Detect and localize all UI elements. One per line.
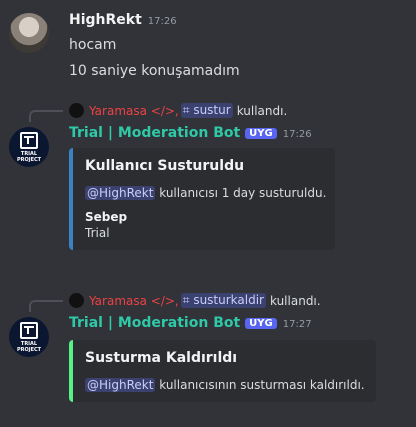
context-suffix: kullandı. (270, 293, 321, 308)
bot-name-row: Trial | Moderation Bot UYG 17:27 (69, 315, 312, 331)
reply-connector (29, 110, 63, 122)
context-user[interactable]: Yaramasa </>, (89, 104, 179, 118)
user-avatar[interactable] (9, 13, 49, 53)
embed-description: @HighRekt kullanıcısının susturması kald… (85, 378, 365, 392)
embed-card: Susturma Kaldırıldı @HighRekt kullanıcıs… (69, 340, 376, 402)
command-context[interactable]: Yaramasa </>, ⌗ sustur kullandı. (69, 103, 287, 118)
context-suffix: kullandı. (236, 103, 288, 118)
command-context[interactable]: Yaramasa </>, ⌗ susturkaldir kullandı. (69, 293, 321, 308)
timestamp: 17:26 (147, 16, 177, 27)
embed-card: Kullanıcı Susturuldu @HighRekt kullanıcı… (69, 148, 335, 250)
bot-name[interactable]: Trial | Moderation Bot (69, 315, 240, 331)
trial-logo-icon (20, 321, 38, 339)
user-mention[interactable]: @HighRekt (85, 186, 156, 200)
reply-connector (29, 300, 63, 312)
field-value: Trial (85, 226, 110, 240)
user-mention[interactable]: @HighRekt (85, 378, 156, 392)
context-avatar (69, 103, 84, 118)
context-command[interactable]: ⌗ sustur (180, 103, 233, 118)
username[interactable]: HighRekt 17:26 (69, 12, 177, 28)
embed-description: @HighRekt kullanıcısı 1 day susturuldu. (85, 186, 327, 200)
avatar-caption: TRIAL PROJECT (16, 150, 42, 163)
message-highrekt: HighRekt 17:26 hocam 10 saniye konuşamadı… (0, 0, 416, 95)
bot-message-susturkaldir: Yaramasa </>, ⌗ susturkaldir kullandı. T… (0, 290, 416, 420)
bot-message-sustur: Yaramasa </>, ⌗ sustur kullandı. TRIAL P… (0, 100, 416, 280)
message-line-1: hocam (69, 37, 117, 53)
context-user[interactable]: Yaramasa </>, (89, 294, 179, 308)
embed-title: Susturma Kaldırıldı (85, 350, 238, 366)
app-tag: UYG (245, 127, 277, 139)
message-line-2: 10 saniye konuşamadım (69, 63, 240, 79)
embed-title: Kullanıcı Susturuldu (85, 158, 245, 174)
trial-logo-icon (20, 131, 38, 149)
bot-avatar[interactable]: TRIAL PROJECT (9, 317, 49, 357)
bot-name[interactable]: Trial | Moderation Bot (69, 125, 240, 141)
app-tag: UYG (245, 317, 277, 329)
context-avatar (69, 293, 84, 308)
bot-name-row: Trial | Moderation Bot UYG 17:26 (69, 125, 312, 141)
bot-avatar[interactable]: TRIAL PROJECT (9, 127, 49, 167)
field-name: Sebep (85, 210, 128, 224)
timestamp: 17:26 (282, 129, 312, 140)
embed-desc-text: kullanıcısının susturması kaldırıldı. (155, 378, 365, 392)
timestamp: 17:27 (282, 319, 312, 330)
context-command[interactable]: ⌗ susturkaldir (180, 293, 266, 308)
avatar-caption: TRIAL PROJECT (16, 340, 42, 353)
embed-desc-text: kullanıcısı 1 day susturuldu. (155, 186, 327, 200)
username-text[interactable]: HighRekt (69, 12, 142, 28)
